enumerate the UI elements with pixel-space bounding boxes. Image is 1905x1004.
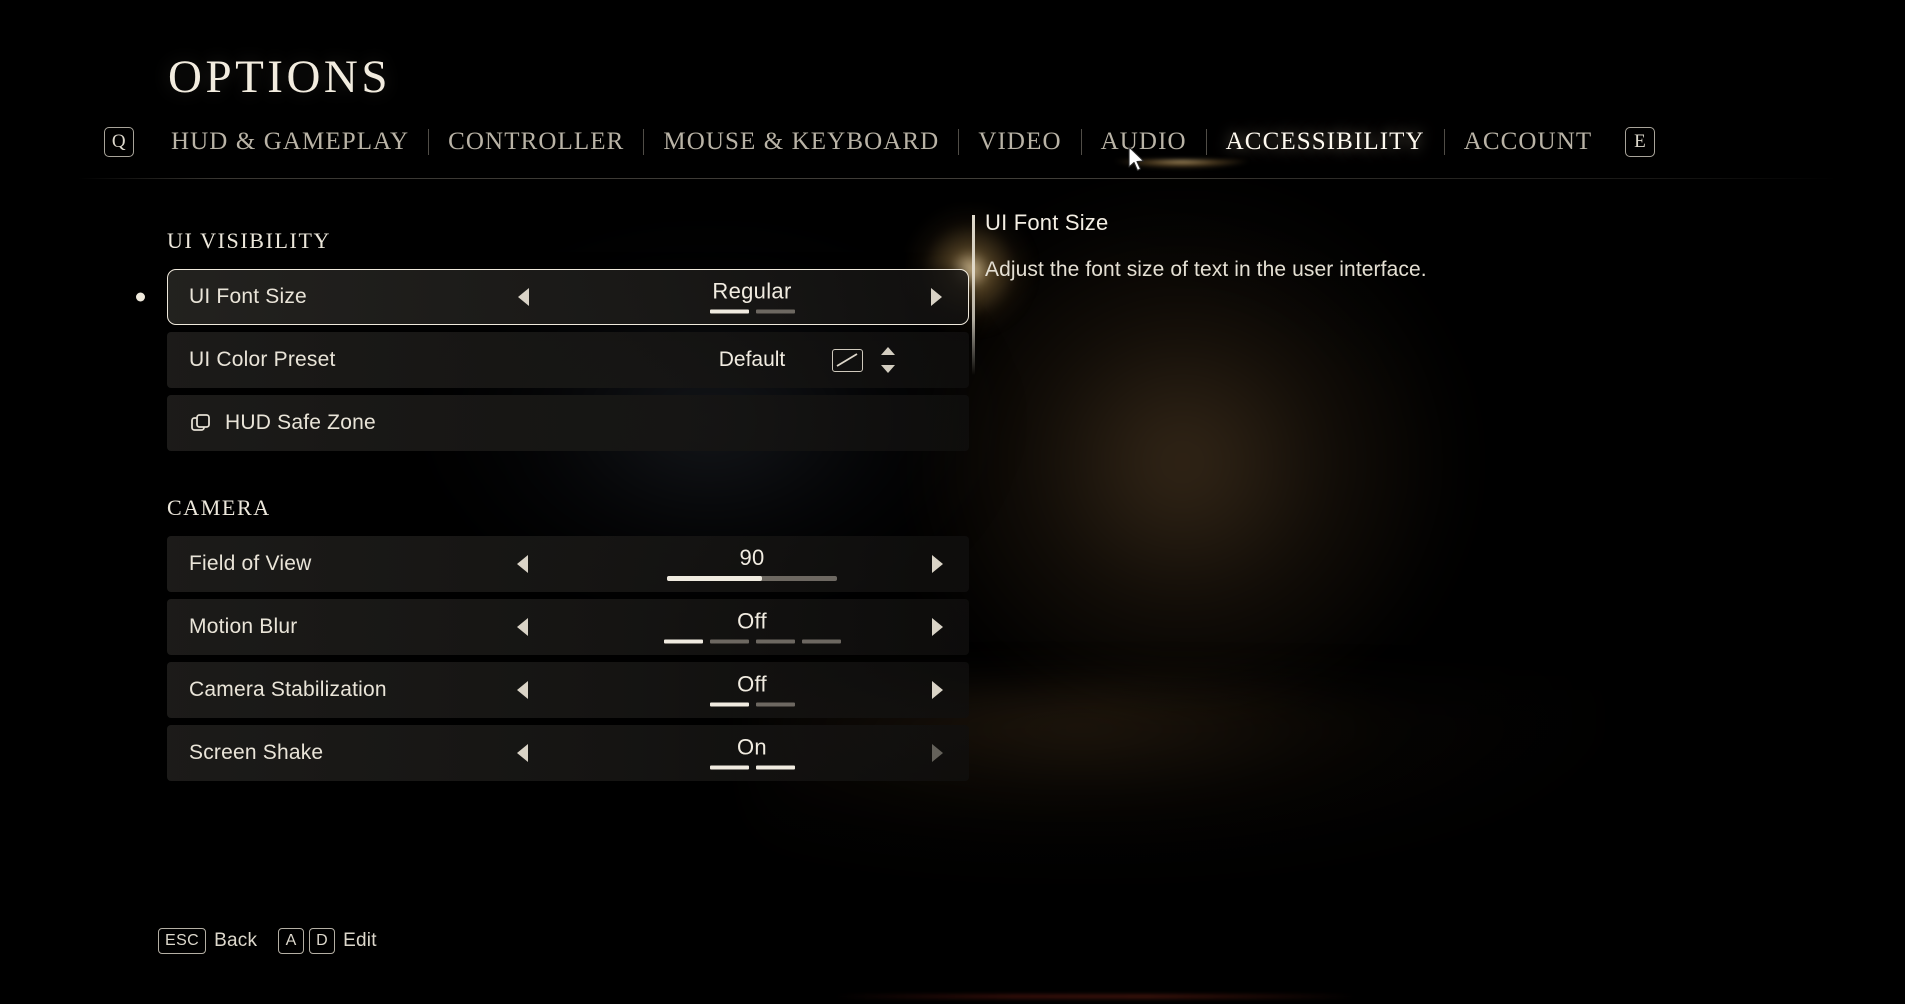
setting-value: Default <box>718 348 786 371</box>
setting-row-label-wrap: Screen Shake <box>167 741 323 765</box>
setting-row-label: UI Color Preset <box>189 348 336 371</box>
tab-list: HUD & GAMEPLAY CONTROLLER MOUSE & KEYBOARD… <box>152 128 1611 156</box>
tab-navigation-bar: Q HUD & GAMEPLAY CONTROLLER MOUSE & KEYBOA… <box>104 124 1656 160</box>
footer-back-hint[interactable]: ESC Back <box>158 928 269 954</box>
stepper-right-arrow-icon[interactable] <box>932 618 943 636</box>
header-divider-rule <box>78 178 1838 179</box>
stepper-left-arrow-icon[interactable] <box>518 288 529 306</box>
page-title: OPTIONS <box>168 51 391 103</box>
setting-row[interactable]: Screen Shake On <box>167 725 969 781</box>
stepper-right-arrow-icon[interactable] <box>932 555 943 573</box>
up-down-chevron-icon[interactable] <box>880 347 896 373</box>
group-title: CAMERA <box>167 495 271 520</box>
stepper-left-arrow-icon[interactable] <box>517 618 528 636</box>
footer-key-a: A <box>278 928 305 954</box>
setting-row-label: UI Font Size <box>189 285 307 308</box>
settings-group: UI VISIBILITY UI Font Size Regular UI Color… <box>136 228 969 451</box>
value-segments <box>663 639 841 644</box>
description-panel: UI Font Size Adjust the font size of tex… <box>972 210 1745 375</box>
active-tab-underline-glow <box>1096 160 1268 171</box>
setting-value: Off <box>737 608 767 634</box>
setting-row[interactable]: UI Font Size Regular <box>136 269 969 325</box>
setting-row[interactable]: Camera Stabilization Off <box>167 662 969 718</box>
setting-row-label-wrap: Camera Stabilization <box>167 678 387 702</box>
tab-accessibility[interactable]: ACCESSIBILITY <box>1207 128 1444 156</box>
stepper-left-arrow-icon[interactable] <box>517 744 528 762</box>
setting-row-label-wrap: UI Color Preset <box>167 348 336 372</box>
setting-row-label-wrap: Field of View <box>167 552 311 576</box>
setting-row-label: HUD Safe Zone <box>225 411 376 434</box>
setting-row-label: Screen Shake <box>189 741 324 764</box>
selection-bullet-icon <box>136 292 145 302</box>
preset-value-group: Default <box>595 347 909 373</box>
setting-value: Off <box>737 671 767 697</box>
value-segment <box>755 309 795 314</box>
tab-account[interactable]: ACCOUNT <box>1445 128 1612 156</box>
setting-row-label: Field of View <box>189 552 312 575</box>
layers-icon <box>191 414 210 431</box>
description-body: Adjust the font size of text in the user… <box>985 258 1427 281</box>
footer-hints: ESC Back A D Edit <box>158 928 389 954</box>
value-segment <box>755 702 795 707</box>
setting-row[interactable]: Motion Blur Off <box>167 599 969 655</box>
footer-label-back: Back <box>214 930 258 951</box>
stepper-right-arrow-icon <box>932 744 943 762</box>
setting-row-label-wrap: HUD Safe Zone <box>167 411 376 435</box>
description-title: UI Font Size <box>985 210 1109 235</box>
value-segments <box>709 309 795 314</box>
mouse-cursor-icon <box>1128 146 1145 172</box>
value-segment <box>755 765 795 770</box>
tab-controller[interactable]: CONTROLLER <box>429 128 643 156</box>
stepper-left-arrow-icon[interactable] <box>517 681 528 699</box>
tab-mouse-keyboard[interactable]: MOUSE & KEYBOARD <box>644 128 958 156</box>
chevron-up-icon <box>881 347 895 355</box>
value-slider[interactable] <box>667 576 837 581</box>
stepper-right-arrow-icon[interactable] <box>932 681 943 699</box>
setting-row-label: Motion Blur <box>189 615 298 638</box>
value-segment <box>801 639 841 644</box>
value-segment <box>709 639 749 644</box>
settings-list: UI VISIBILITY UI Font Size Regular UI Color… <box>136 228 969 788</box>
setting-value-group: Off <box>595 671 909 707</box>
setting-value: Regular <box>712 278 792 304</box>
value-segments <box>709 765 795 770</box>
value-segment <box>755 639 795 644</box>
setting-value: On <box>737 734 767 760</box>
value-segments <box>709 702 795 707</box>
setting-row-label-wrap: UI Font Size <box>168 285 307 309</box>
options-screen: OPTIONS Q HUD & GAMEPLAY CONTROLLER MOUSE … <box>0 0 1905 1004</box>
prev-tab-key-q[interactable]: Q <box>104 127 134 157</box>
value-segment <box>709 765 749 770</box>
value-segment <box>709 309 749 314</box>
setting-value-group: Off <box>595 608 909 644</box>
chevron-down-icon <box>881 365 895 373</box>
footer-key-esc: ESC <box>158 928 207 954</box>
next-tab-key-e[interactable]: E <box>1625 127 1656 157</box>
setting-row[interactable]: Field of View 90 <box>167 536 969 592</box>
setting-value: 90 <box>739 545 765 570</box>
value-slider-fill <box>667 576 763 581</box>
stepper-right-arrow-icon[interactable] <box>931 288 942 306</box>
footer-key-d: D <box>309 928 336 954</box>
tab-hud-gameplay[interactable]: HUD & GAMEPLAY <box>152 128 428 156</box>
footer-label-edit: Edit <box>343 930 377 951</box>
setting-row[interactable]: HUD Safe Zone <box>167 395 969 451</box>
setting-value-group: Regular <box>596 278 908 314</box>
stepper-left-arrow-icon[interactable] <box>517 555 528 573</box>
settings-group: CAMERA Field of View 90 Motion Blur Off Camer… <box>167 495 969 781</box>
color-swatch-icon[interactable] <box>832 348 863 372</box>
setting-row-label-wrap: Motion Blur <box>167 615 297 639</box>
group-title: UI VISIBILITY <box>167 228 331 253</box>
description-accent-bar <box>972 215 975 375</box>
setting-row-label: Camera Stabilization <box>189 678 387 701</box>
tab-video[interactable]: VIDEO <box>959 128 1080 156</box>
value-segment <box>709 702 749 707</box>
value-segment <box>663 639 703 644</box>
footer-edit-keys: A D <box>278 928 336 954</box>
footer-edit-hint[interactable]: A D Edit <box>278 928 389 954</box>
setting-value-group: On <box>595 734 909 770</box>
setting-value-group: 90 <box>595 547 909 581</box>
setting-row[interactable]: UI Color Preset Default <box>167 332 969 388</box>
